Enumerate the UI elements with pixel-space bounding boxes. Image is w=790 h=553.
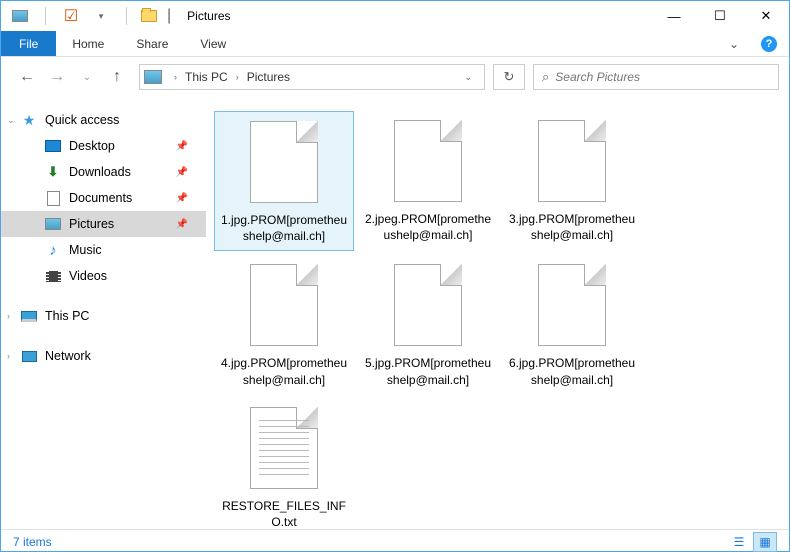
ribbon-expand-icon[interactable]: ⌄ [719,31,749,56]
sidebar-item-label: Videos [69,269,107,283]
tab-home[interactable]: Home [56,31,120,56]
star-icon: ★ [21,112,37,128]
sidebar-network[interactable]: › Network [1,343,206,369]
file-item[interactable]: 3.jpg.PROM[prometheushelp@mail.ch] [502,111,642,251]
sidebar-label: Quick access [45,113,119,127]
sidebar-item-desktop[interactable]: Desktop 📌 [1,133,206,159]
sidebar-item-label: Desktop [69,139,115,153]
sidebar-item-label: Documents [69,191,132,205]
window-title: Pictures [187,9,230,23]
statusbar: 7 items ☰ ▦ [1,529,789,553]
help-button[interactable]: ? [749,31,789,56]
sidebar-item-label: Music [69,243,102,257]
search-icon: ⌕ [542,69,549,85]
tab-view[interactable]: View [184,31,242,56]
text-file-icon [243,404,325,492]
blank-file-icon [387,117,469,205]
sidebar-item-music[interactable]: ♪ Music [1,237,206,263]
address-bar[interactable]: › This PC › Pictures ⌄ [139,64,485,90]
pictures-icon [45,218,61,230]
refresh-button[interactable]: ↻ [493,64,525,90]
up-button[interactable]: ↑ [103,63,131,91]
chevron-down-icon[interactable]: ⌄ [7,115,15,126]
window-controls: — ☐ ✕ [651,1,789,31]
breadcrumb-thispc[interactable]: This PC [183,70,230,84]
file-label: RESTORE_FILES_INFO.txt [220,498,348,530]
desktop-icon [45,140,61,152]
address-history-icon[interactable]: ⌄ [456,72,480,83]
file-label: 3.jpg.PROM[prometheushelp@mail.ch] [508,211,636,243]
breadcrumb-pictures[interactable]: Pictures [245,70,292,84]
ribbon: File Home Share View ⌄ ? [1,31,789,57]
qat-dropdown-icon[interactable]: ▾ [90,6,112,26]
file-label: 1.jpg.PROM[prometheushelp@mail.ch] [220,212,348,244]
file-item[interactable]: 5.jpg.PROM[prometheushelp@mail.ch] [358,255,498,393]
sidebar-label: Network [45,349,91,363]
icons-view-button[interactable]: ▦ [753,532,777,552]
downloads-icon: ⬇ [45,164,61,180]
item-count: 7 items [13,535,52,549]
file-label: 2.jpeg.PROM[prometheushelp@mail.ch] [364,211,492,243]
close-button[interactable]: ✕ [743,1,789,31]
sidebar-item-videos[interactable]: Videos [1,263,206,289]
pin-icon: 📌 [176,193,188,204]
sidebar-item-label: Downloads [69,165,131,179]
file-grid[interactable]: 1.jpg.PROM[prometheushelp@mail.ch] 2.jpeg… [206,97,789,529]
chevron-right-icon[interactable]: › [7,351,10,361]
explorer-icon[interactable] [9,6,31,26]
file-item[interactable]: 6.jpg.PROM[prometheushelp@mail.ch] [502,255,642,393]
pin-icon: 📌 [176,219,188,230]
chevron-right-icon[interactable]: › [7,311,10,321]
pin-icon: 📌 [176,167,188,178]
maximize-button[interactable]: ☐ [697,1,743,31]
forward-button[interactable]: → [43,63,71,91]
file-tab[interactable]: File [1,31,56,56]
sidebar-item-label: Pictures [69,217,114,231]
recent-dropdown-icon[interactable]: ⌄ [73,63,101,91]
file-label: 6.jpg.PROM[prometheushelp@mail.ch] [508,355,636,387]
tab-share[interactable]: Share [120,31,184,56]
navbar: ← → ⌄ ↑ › This PC › Pictures ⌄ ↻ ⌕ [1,57,789,97]
file-label: 5.jpg.PROM[prometheushelp@mail.ch] [364,355,492,387]
search-box[interactable]: ⌕ [533,64,779,90]
music-icon: ♪ [45,242,61,258]
quick-access-toolbar: ☑ ▾ | Pictures [9,6,231,26]
videos-icon [46,271,61,282]
pc-icon [21,311,37,322]
titlebar: ☑ ▾ | Pictures — ☐ ✕ [1,1,789,31]
file-label: 4.jpg.PROM[prometheushelp@mail.ch] [220,355,348,387]
back-button[interactable]: ← [13,63,41,91]
sidebar-item-downloads[interactable]: ⬇ Downloads 📌 [1,159,206,185]
file-item[interactable]: 4.jpg.PROM[prometheushelp@mail.ch] [214,255,354,393]
sidebar-thispc[interactable]: › This PC [1,303,206,329]
blank-file-icon [243,261,325,349]
location-icon [144,70,162,84]
file-item[interactable]: RESTORE_FILES_INFO.txt [214,398,354,536]
sidebar-label: This PC [45,309,89,323]
chevron-right-icon[interactable]: › [168,72,183,82]
qat-check-icon[interactable]: ☑ [60,6,82,26]
pin-icon: 📌 [176,141,188,152]
documents-icon [47,191,60,206]
blank-file-icon [531,117,613,205]
network-icon [22,351,37,362]
file-item[interactable]: 2.jpeg.PROM[prometheushelp@mail.ch] [358,111,498,251]
sidebar: ⌄ ★ Quick access Desktop 📌 ⬇ Downloads 📌… [1,97,206,529]
sidebar-quick-access[interactable]: ⌄ ★ Quick access [1,107,206,133]
details-view-button[interactable]: ☰ [727,532,751,552]
search-input[interactable] [555,70,770,84]
blank-file-icon [531,261,613,349]
sidebar-item-pictures[interactable]: Pictures 📌 [1,211,206,237]
file-item[interactable]: 1.jpg.PROM[prometheushelp@mail.ch] [214,111,354,251]
folder-icon [141,10,157,22]
chevron-right-icon[interactable]: › [230,72,245,82]
blank-file-icon [387,261,469,349]
blank-file-icon [243,118,325,206]
sidebar-item-documents[interactable]: Documents 📌 [1,185,206,211]
minimize-button[interactable]: — [651,1,697,31]
